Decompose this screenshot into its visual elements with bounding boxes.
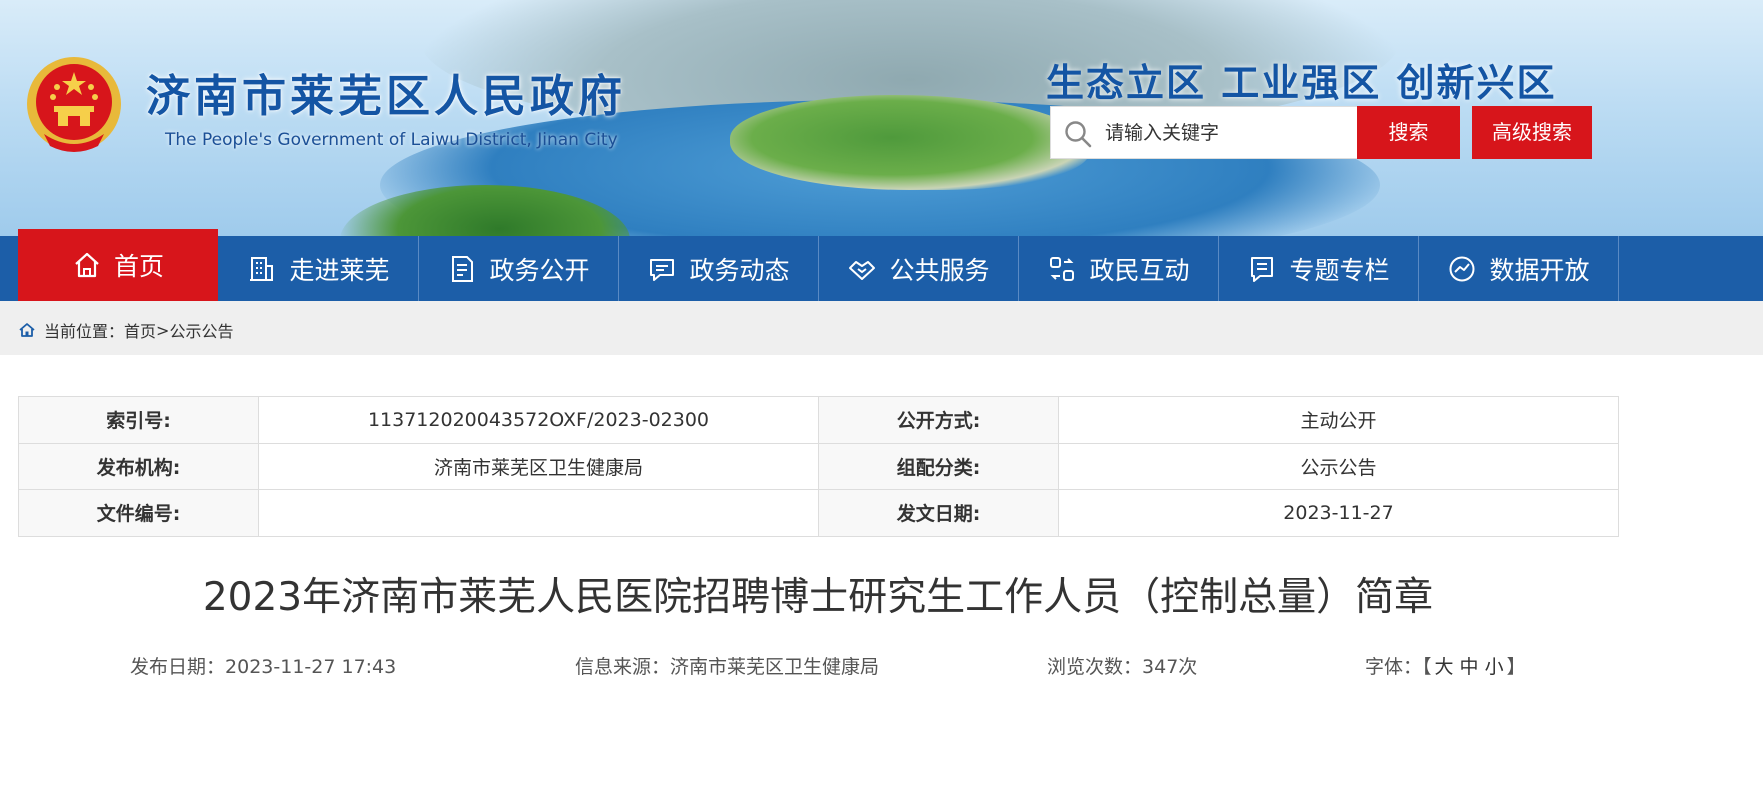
search-icon [1065, 121, 1092, 148]
main-nav: 首页 走进莱芜 政务公开 政务动态 公共服务 政民互动 专题专栏 数据开放 [0, 229, 1763, 301]
nav-item-label: 首页 [113, 252, 164, 281]
publish-date-label: 发布日期： [130, 656, 226, 678]
nav-item-label: 公共服务 [889, 255, 990, 285]
font-size-label: 字体： [1365, 656, 1423, 678]
building-icon [250, 256, 274, 281]
national-emblem-icon [27, 57, 121, 152]
table-row: 索引号: 113712020043572OXF/2023-02300 公开方式:… [18, 396, 1619, 444]
handshake-icon [849, 260, 876, 280]
nav-item-about[interactable]: 走进莱芜 [219, 236, 419, 301]
interaction-icon [1050, 256, 1075, 281]
nav-item-public-service[interactable]: 公共服务 [819, 236, 1019, 301]
nav-item-interaction[interactable]: 政民互动 [1019, 236, 1219, 301]
nav-item-label: 政民互动 [1089, 255, 1190, 285]
search-input[interactable] [1105, 107, 1355, 158]
view-count: 浏览次数：347次 [1047, 652, 1197, 679]
breadcrumb-current-link[interactable]: 公示公告 [169, 318, 233, 342]
breadcrumb-separator: > [156, 320, 170, 340]
info-source-value: 济南市莱芜区卫生健康局 [670, 656, 880, 678]
search-button[interactable]: 搜索 [1357, 106, 1460, 159]
table-row: 发布机构: 济南市莱芜区卫生健康局 组配分类: 公示公告 [18, 442, 1619, 490]
index-number-label: 索引号: [18, 396, 259, 444]
site-subtitle: The People's Government of Laiwu Distric… [165, 130, 618, 150]
index-number-value: 113712020043572OXF/2023-02300 [258, 396, 819, 444]
font-bracket-open: 【 [1422, 656, 1432, 678]
document-icon [452, 255, 474, 282]
publisher-label: 发布机构: [18, 442, 259, 490]
nav-item-label: 政务公开 [489, 255, 590, 285]
font-large-button[interactable]: 大 [1435, 656, 1454, 678]
disclosure-method-label: 公开方式: [818, 396, 1059, 444]
info-source: 信息来源：济南市莱芜区卫生健康局 [575, 652, 879, 679]
file-number-label: 文件编号: [18, 489, 259, 537]
table-row: 文件编号: 发文日期: 2023-11-27 [18, 489, 1619, 537]
site-slogan: 生态立区 工业强区 创新兴区 [1046, 61, 1557, 105]
breadcrumb-home-link[interactable]: 首页 [124, 318, 156, 342]
home-icon [19, 323, 35, 337]
nav-item-data-open[interactable]: 数据开放 [1419, 236, 1619, 301]
publisher-value: 济南市莱芜区卫生健康局 [258, 442, 819, 490]
font-size-switcher: 字体：【大中小】 [1365, 652, 1526, 679]
chat-icon [650, 258, 675, 281]
issue-date-value: 2023-11-27 [1058, 489, 1619, 537]
view-count-value: 347次 [1142, 656, 1198, 678]
nav-item-label: 走进莱芜 [289, 255, 390, 285]
category-value: 公示公告 [1058, 442, 1619, 490]
category-label: 组配分类: [818, 442, 1059, 490]
file-number-value [258, 489, 819, 537]
nav-item-label: 专题专栏 [1289, 255, 1390, 285]
disclosure-method-value: 主动公开 [1058, 396, 1619, 444]
nav-item-label: 政务动态 [689, 255, 790, 285]
font-small-button[interactable]: 小 [1485, 656, 1504, 678]
site-title: 济南市莱芜区人民政府 [146, 71, 626, 122]
home-icon [75, 252, 99, 278]
nav-item-gov-news[interactable]: 政务动态 [619, 236, 819, 301]
advanced-search-button[interactable]: 高级搜索 [1472, 106, 1592, 159]
issue-date-label: 发文日期: [818, 489, 1059, 537]
publish-date-value: 2023-11-27 17:43 [225, 656, 397, 678]
search-box [1050, 106, 1358, 159]
view-count-label: 浏览次数： [1047, 656, 1143, 678]
info-source-label: 信息来源： [575, 656, 671, 678]
breadcrumb: 当前位置： 首页 > 公示公告 [18, 318, 233, 342]
font-medium-button[interactable]: 中 [1460, 656, 1479, 678]
nav-item-home[interactable]: 首页 [18, 229, 218, 301]
font-bracket-close: 】 [1506, 656, 1526, 678]
publish-date: 发布日期：2023-11-27 17:43 [130, 652, 396, 679]
document-info-table: 索引号: 113712020043572OXF/2023-02300 公开方式:… [18, 396, 1619, 537]
nav-item-topics[interactable]: 专题专栏 [1219, 236, 1419, 301]
breadcrumb-bar: 当前位置： 首页 > 公示公告 [0, 301, 1763, 355]
nav-item-gov-affairs[interactable]: 政务公开 [419, 236, 619, 301]
article-title: 2023年济南市莱芜人民医院招聘博士研究生工作人员（控制总量）简章 [202, 575, 1434, 620]
breadcrumb-prefix: 当前位置： [44, 322, 125, 341]
nav-item-label: 数据开放 [1489, 255, 1590, 285]
header-banner: 济南市莱芜区人民政府 The People's Government of La… [0, 0, 1763, 236]
chart-icon [1449, 256, 1475, 281]
topic-icon [1251, 256, 1274, 282]
